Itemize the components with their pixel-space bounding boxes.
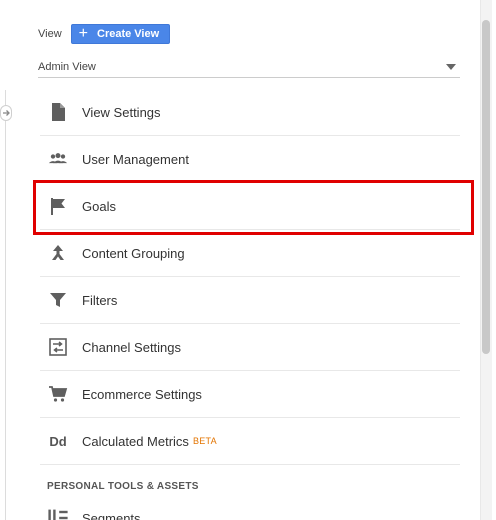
collapse-handle[interactable] (0, 105, 12, 121)
segments-icon (46, 507, 70, 520)
view-menu: View Settings User Management Goals Cont… (40, 89, 460, 465)
view-label: View (38, 28, 62, 40)
create-view-button[interactable]: + Create View (70, 24, 171, 44)
document-icon (46, 101, 70, 123)
menu-item-label: Ecommerce Settings (82, 386, 202, 402)
menu-item-calculated-metrics[interactable]: Dd Calculated Metrics BETA (40, 418, 460, 465)
view-select[interactable]: Admin View (38, 56, 460, 78)
scrollbar-thumb[interactable] (482, 20, 490, 354)
menu-item-ecommerce-settings[interactable]: Ecommerce Settings (40, 371, 460, 418)
channel-settings-icon (46, 336, 70, 358)
menu-item-label: Content Grouping (82, 245, 185, 261)
content-grouping-icon (46, 242, 70, 264)
view-select-value: Admin View (38, 60, 96, 73)
menu-item-label: Filters (82, 292, 118, 308)
menu-item-label: User Management (82, 151, 189, 167)
arrow-right-icon (3, 110, 10, 116)
dd-icon: Dd (49, 433, 67, 449)
flag-icon (46, 195, 70, 217)
menu-item-filters[interactable]: Filters (40, 277, 460, 324)
menu-item-label: Goals (82, 198, 116, 214)
menu-item-content-grouping[interactable]: Content Grouping (40, 230, 460, 277)
chevron-down-icon (446, 63, 456, 70)
personal-tools-heading: PERSONAL TOOLS & ASSETS (47, 481, 199, 492)
menu-item-label: Channel Settings (82, 339, 182, 355)
filter-icon (46, 289, 70, 311)
create-view-label: Create View (97, 28, 160, 40)
menu-item-segments[interactable]: Segments (40, 503, 460, 520)
view-header: View + Create View (38, 24, 171, 44)
plus-icon: + (78, 25, 88, 42)
beta-badge: BETA (192, 436, 217, 446)
left-rail (5, 90, 6, 520)
menu-item-channel-settings[interactable]: Channel Settings (40, 324, 460, 371)
menu-item-view-settings[interactable]: View Settings (40, 89, 460, 136)
menu-item-user-management[interactable]: User Management (40, 136, 460, 183)
menu-item-goals[interactable]: Goals (40, 183, 460, 230)
cart-icon (46, 383, 70, 405)
admin-view-panel: View + Create View Admin View View Setti… (0, 0, 496, 520)
menu-item-label: Calculated Metrics (82, 433, 189, 449)
users-icon (46, 148, 70, 170)
menu-item-label: Segments (82, 510, 141, 520)
menu-item-label: View Settings (82, 104, 161, 120)
